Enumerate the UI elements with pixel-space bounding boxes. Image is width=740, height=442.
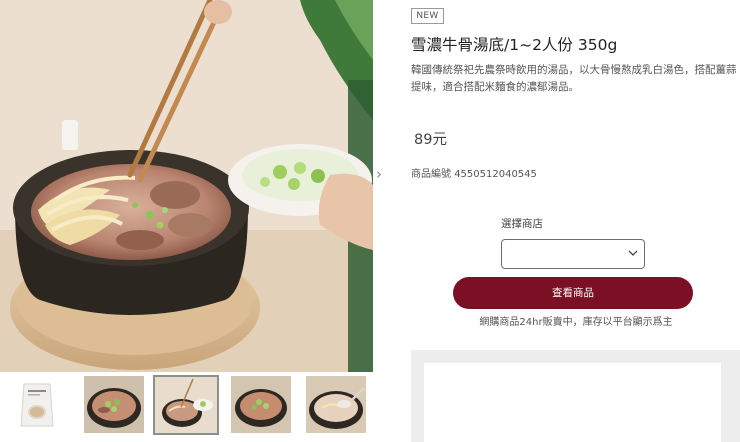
chevron-down-icon xyxy=(628,250,638,256)
thumbnail-soup-with-spoon[interactable] xyxy=(306,376,366,433)
sale-note: 網購商品24hr販賣中，庫存以平台顯示爲主 xyxy=(479,317,673,328)
store-select-label: 選擇商店 xyxy=(501,218,543,230)
product-title: 雪濃牛骨湯底/1~2人份 350g xyxy=(411,36,618,54)
new-badge: NEW xyxy=(411,8,444,24)
chevron-right-icon[interactable]: › xyxy=(372,164,386,184)
view-product-button[interactable]: 查看商品 xyxy=(453,277,693,309)
product-code: 商品編號 4550512040545 xyxy=(411,165,537,180)
thumbnail-package[interactable] xyxy=(7,376,67,433)
store-select[interactable] xyxy=(501,239,645,269)
product-code-label: 商品編號 xyxy=(411,169,451,180)
thumbnail-soup-bowl-green-onion[interactable] xyxy=(231,376,291,433)
thumbnail-soup-bowl-meat[interactable] xyxy=(84,376,144,433)
main-product-image xyxy=(0,0,373,372)
product-price: 89元 xyxy=(414,132,447,148)
product-description: 韓國傳統祭祀先農祭時飲用的湯品，以大骨慢熬成乳白湯色，搭配薑蒜提味，適合搭配米麵… xyxy=(411,64,737,93)
thumbnail-soup-with-noodles[interactable] xyxy=(153,375,219,435)
store-info-panel xyxy=(411,350,740,442)
store-info-card xyxy=(424,363,721,442)
product-code-value: 4550512040545 xyxy=(454,169,537,180)
